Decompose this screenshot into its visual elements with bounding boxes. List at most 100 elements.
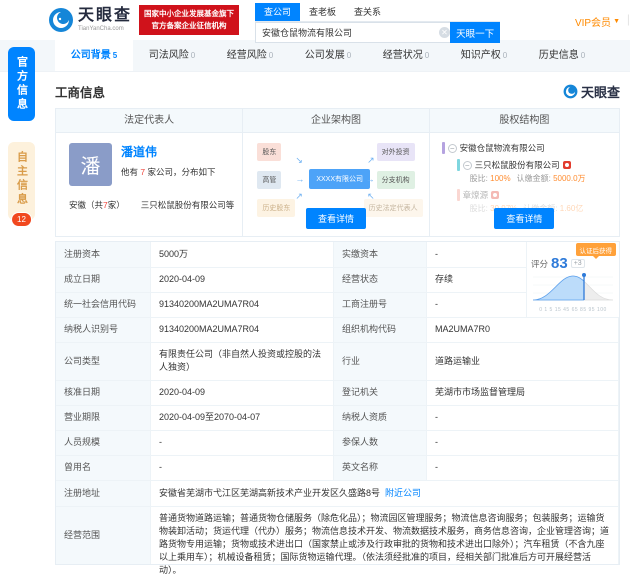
tianyancha-logo-icon [48, 7, 74, 33]
arrow-icon: ↗ [295, 191, 303, 202]
info-value: 存续 [427, 268, 527, 293]
search-area: 查公司 查老板 查关系 ✕ 天眼一下 [255, 3, 500, 43]
tab-operating-status[interactable]: 经营状况0 [367, 40, 445, 71]
tab-count: 0 [191, 51, 195, 60]
info-label: 登记机关 [334, 381, 427, 406]
score-axis-ticks: 0 1 5 15 45 65 85 95 100 [531, 307, 615, 313]
info-label: 经营状态 [334, 268, 427, 293]
info-label: 人员规模 [56, 431, 151, 456]
equity-node: − 三只松鼠股份有限公司 股比: 100%认缴金额: 5000.0万 [457, 159, 619, 184]
tree-color-bar [457, 189, 460, 201]
arrow-icon: → [295, 174, 304, 184]
tianyancha-logo[interactable]: 天眼查 TianYanCha.com [48, 7, 132, 33]
tab-intellectual-property[interactable]: 知识产权0 [445, 40, 523, 71]
info-value: - [427, 293, 527, 318]
tab-company-background[interactable]: 公司背景5 [55, 40, 133, 71]
score-chart-cell: 认证后获得 评分 83 +3 0 1 5 15 45 65 85 95 100 [527, 242, 619, 318]
score-value: 83 [551, 256, 568, 271]
search-input[interactable] [255, 22, 450, 43]
legal-rep-name-link[interactable]: 潘道伟 [121, 143, 215, 160]
search-box: ✕ 天眼一下 [255, 22, 500, 43]
nearby-companies-link[interactable]: 附近公司 [385, 487, 421, 500]
info-label: 成立日期 [56, 268, 151, 293]
clear-icon[interactable]: ✕ [439, 27, 450, 38]
info-value: MA2UMA7R0 [427, 318, 619, 343]
section-header: 工商信息 天眼查 [0, 72, 630, 108]
info-label: 注册资本 [56, 242, 151, 268]
equity-chart-cell: − 安徽仓鼠物流有限公司 − 三只松鼠股份有限公司 股比: 100%认缴金额: … [430, 133, 619, 236]
equity-chart-detail-button[interactable]: 查看详情 [494, 208, 554, 229]
tab-count: 0 [269, 51, 273, 60]
section-title: 工商信息 [55, 82, 105, 101]
info-value: - [151, 456, 334, 481]
tab-count: 0 [347, 51, 351, 60]
collapse-icon[interactable]: − [463, 161, 472, 170]
search-tab-boss[interactable]: 查老板 [300, 3, 345, 21]
equity-shareholder-link[interactable]: 章燎源 [463, 189, 489, 201]
info-value: - [427, 431, 619, 456]
info-value: 有限责任公司（非自然人投资或控股的法人独资） [151, 343, 334, 381]
avatar[interactable]: 潘 [69, 143, 112, 186]
search-tabs: 查公司 查老板 查关系 [255, 3, 500, 22]
org-chart-detail-button[interactable]: 查看详情 [306, 208, 366, 229]
info-value: 芜湖市市场监督管理局 [427, 381, 619, 406]
info-label: 统一社会信用代码 [56, 293, 151, 318]
tab-count: 0 [503, 51, 507, 60]
logo-subtitle: TianYanCha.com [78, 26, 132, 32]
arrow-icon: ↘ [295, 155, 303, 166]
panel-body: 潘 潘道伟 他有 7 家公司，分布如下 安徽（共7家） 三只松鼠股份有限公司等 … [56, 133, 619, 236]
info-value: 道路运输业 [427, 343, 619, 381]
legal-rep-company-link[interactable]: 三只松鼠股份有限公司等 [141, 199, 235, 211]
tab-count: 0 [581, 51, 585, 60]
side-tab-official-info[interactable]: 官方信息 [8, 47, 35, 121]
info-label: 实缴资本 [334, 242, 427, 268]
equity-shareholder-link[interactable]: 三只松鼠股份有限公司 [475, 159, 560, 171]
tree-color-bar [442, 142, 445, 154]
info-value: 2020-04-09 [151, 268, 334, 293]
info-value: 91340200MA2UMA7R04 [151, 318, 334, 343]
collapse-icon[interactable]: − [448, 144, 457, 153]
info-value: 91340200MA2UMA7R04 [151, 293, 334, 318]
column-header-legal-rep: 法定代表人 [56, 109, 243, 132]
info-label: 经营范围 [56, 507, 151, 564]
info-label: 工商注册号 [334, 293, 427, 318]
org-node-shareholder: 股东 [257, 143, 281, 161]
score-marker-icon [582, 273, 586, 277]
info-label: 英文名称 [334, 456, 427, 481]
side-tab-self-info[interactable]: 自主信息 12 [8, 142, 35, 220]
equity-tree: − 安徽仓鼠物流有限公司 − 三只松鼠股份有限公司 股比: 100%认缴金额: … [430, 133, 619, 214]
business-summary-panel: 法定代表人 企业架构图 股权结构图 潘 潘道伟 他有 7 家公司，分布如下 安徽… [55, 108, 620, 237]
vip-link[interactable]: VIP会员 ▼ [575, 14, 620, 29]
column-header-org-chart: 企业架构图 [243, 109, 429, 132]
tianyancha-watermark-icon [563, 84, 578, 99]
search-tab-relation[interactable]: 查关系 [345, 3, 390, 21]
company-logo-icon [491, 191, 499, 199]
tab-history-info[interactable]: 历史信息0 [523, 40, 601, 71]
search-button[interactable]: 天眼一下 [450, 22, 500, 43]
company-logo-icon [563, 161, 571, 169]
tab-judicial-risk[interactable]: 司法风险0 [133, 40, 211, 71]
org-node-branch: 分支机构 [377, 171, 415, 189]
equity-root-company[interactable]: 安徽仓鼠物流有限公司 [460, 142, 545, 154]
org-chart-cell: 股东 高管 历史股东 XXXX有限公司 对外投资 分支机构 历史法定代表人 ↘ … [243, 133, 429, 236]
company-nav-tabs: 公司背景5 司法风险0 经营风险0 公司发展0 经营状况0 知识产权0 历史信息… [0, 40, 630, 72]
info-value: - [151, 431, 334, 456]
self-info-count-badge: 12 [11, 212, 33, 227]
tab-company-development[interactable]: 公司发展0 [289, 40, 367, 71]
tab-count: 5 [113, 51, 117, 60]
tab-operating-risk[interactable]: 经营风险0 [211, 40, 289, 71]
gov-badge-line2: 官方备案企业征信机构 [144, 20, 234, 32]
registered-address-cell: 安徽省芜湖市弋江区芜湖高新技术产业开发区久盛路8号 附近公司 [151, 481, 619, 507]
info-label: 营业期限 [56, 406, 151, 431]
registered-address: 安徽省芜湖市弋江区芜湖高新技术产业开发区久盛路8号 [159, 487, 380, 500]
score-delta: +3 [571, 259, 585, 268]
info-label: 参保人数 [334, 431, 427, 456]
gov-badge-line1: 国家中小企业发展基金旗下 [144, 8, 234, 20]
vip-label: VIP会员 [575, 14, 611, 29]
arrow-icon: → [366, 174, 375, 184]
org-node-investment: 对外投资 [377, 143, 415, 161]
search-tab-company[interactable]: 查公司 [255, 3, 300, 21]
arrow-icon: ↖ [367, 191, 375, 202]
tree-color-bar [457, 159, 460, 171]
chevron-down-icon: ▼ [613, 18, 620, 25]
